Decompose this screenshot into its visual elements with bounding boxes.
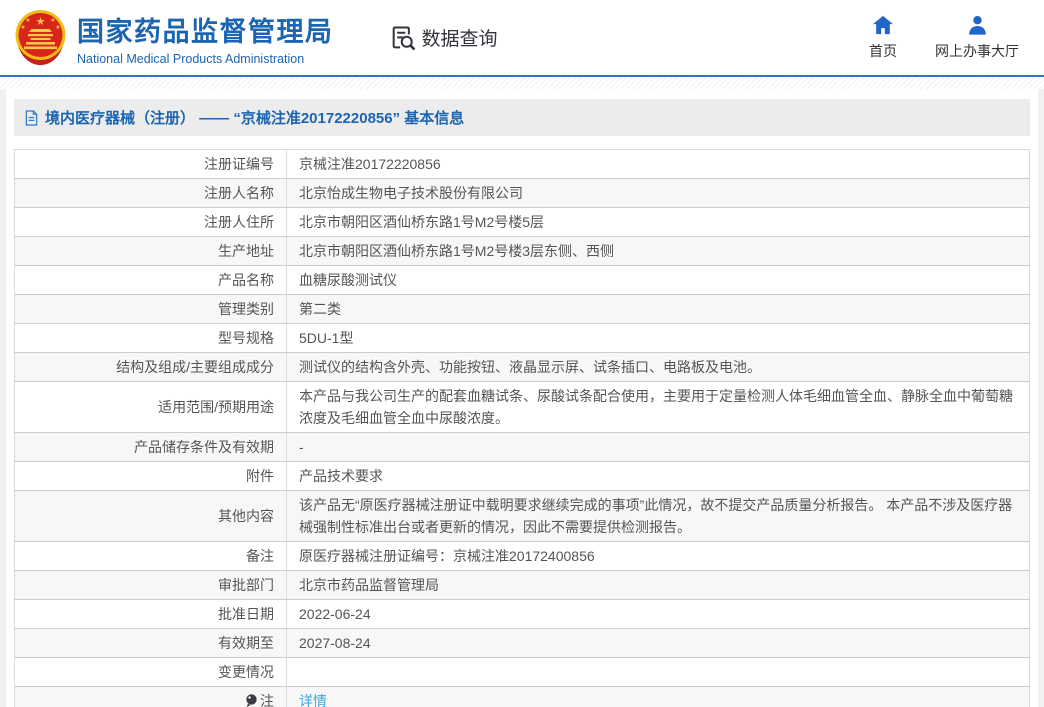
- table-row: 型号规格5DU-1型: [15, 324, 1030, 353]
- row-label: 批准日期: [15, 600, 287, 629]
- content-area: 境内医疗器械（注册） —— “京械注准20172220856” 基本信息 注册证…: [0, 89, 1044, 707]
- info-table-body: 注册证编号京械注准20172220856注册人名称北京怡成生物电子技术股份有限公…: [15, 150, 1030, 707]
- row-value: 原医疗器械注册证编号：京械注准20172400856: [287, 542, 1030, 571]
- site-logo[interactable]: ★ ★ ★ ★ ★ 国家药品监督管理局 National Medical Pro…: [14, 9, 334, 67]
- row-value: 该产品无“原医疗器械注册证中载明要求继续完成的事项”此情况，故不提交产品质量分析…: [287, 491, 1030, 542]
- nav-home-label: 首页: [869, 41, 897, 61]
- row-label: 变更情况: [15, 658, 287, 687]
- note-balloon-icon: [246, 694, 257, 707]
- row-label: 适用范围/预期用途: [15, 382, 287, 433]
- page-title: 境内医疗器械（注册） —— “京械注准20172220856” 基本信息: [45, 107, 464, 128]
- national-emblem-icon: ★ ★ ★ ★ ★: [14, 9, 67, 67]
- row-value: 北京怡成生物电子技术股份有限公司: [287, 179, 1030, 208]
- row-label: 附件: [15, 462, 287, 491]
- row-label: 生产地址: [15, 237, 287, 266]
- row-value: 北京市朝阳区酒仙桥东路1号M2号楼3层东侧、西侧: [287, 237, 1030, 266]
- info-table: 注册证编号京械注准20172220856注册人名称北京怡成生物电子技术股份有限公…: [14, 149, 1030, 707]
- document-search-icon: [389, 24, 417, 52]
- svg-text:★: ★: [55, 24, 60, 31]
- table-row: 注册证编号京械注准20172220856: [15, 150, 1030, 179]
- row-label: 产品储存条件及有效期: [15, 433, 287, 462]
- row-value: 2022-06-24: [287, 600, 1030, 629]
- row-value: 产品技术要求: [287, 462, 1030, 491]
- nav-home[interactable]: 首页: [869, 15, 897, 61]
- row-label: 产品名称: [15, 266, 287, 295]
- row-label: 注: [15, 687, 287, 707]
- row-value: 本产品与我公司生产的配套血糖试条、尿酸试条配合使用，主要用于定量检测人体毛细血管…: [287, 382, 1030, 433]
- table-row: 其他内容该产品无“原医疗器械注册证中载明要求继续完成的事项”此情况，故不提交产品…: [15, 491, 1030, 542]
- site-header: ★ ★ ★ ★ ★ 国家药品监督管理局 National Medical Pro…: [0, 0, 1044, 77]
- row-label: 注册人名称: [15, 179, 287, 208]
- row-label: 注册人住所: [15, 208, 287, 237]
- org-name-cn: 国家药品监督管理局: [77, 10, 334, 49]
- row-label: 管理类别: [15, 295, 287, 324]
- row-value: 京械注准20172220856: [287, 150, 1030, 179]
- row-value: 5DU-1型: [287, 324, 1030, 353]
- row-value: 测试仪的结构含外壳、功能按钮、液晶显示屏、试条插口、电路板及电池。: [287, 353, 1030, 382]
- row-value: 北京市朝阳区酒仙桥东路1号M2号楼5层: [287, 208, 1030, 237]
- table-row: 备注原医疗器械注册证编号：京械注准20172400856: [15, 542, 1030, 571]
- table-row: 产品储存条件及有效期-: [15, 433, 1030, 462]
- row-label: 注册证编号: [15, 150, 287, 179]
- row-value: 第二类: [287, 295, 1030, 324]
- row-value: 北京市药品监督管理局: [287, 571, 1030, 600]
- page-title-bar: 境内医疗器械（注册） —— “京械注准20172220856” 基本信息: [14, 99, 1030, 136]
- nav-data-query[interactable]: 数据查询: [389, 24, 498, 52]
- table-row: 注册人住所北京市朝阳区酒仙桥东路1号M2号楼5层: [15, 208, 1030, 237]
- top-nav: 首页 网上办事大厅: [869, 15, 1019, 61]
- table-row: 产品名称血糖尿酸测试仪: [15, 266, 1030, 295]
- svg-text:★: ★: [50, 17, 55, 24]
- table-row: 附件产品技术要求: [15, 462, 1030, 491]
- person-icon: [967, 15, 988, 35]
- table-row: 有效期至2027-08-24: [15, 629, 1030, 658]
- row-value: -: [287, 433, 1030, 462]
- table-row: 结构及组成/主要组成成分测试仪的结构含外壳、功能按钮、液晶显示屏、试条插口、电路…: [15, 353, 1030, 382]
- svg-text:★: ★: [25, 17, 30, 24]
- table-row: 注详情: [15, 687, 1030, 707]
- row-label: 审批部门: [15, 571, 287, 600]
- row-label: 备注: [15, 542, 287, 571]
- table-row: 注册人名称北京怡成生物电子技术股份有限公司: [15, 179, 1030, 208]
- nav-service-hall[interactable]: 网上办事大厅: [935, 15, 1019, 61]
- row-label: 结构及组成/主要组成成分: [15, 353, 287, 382]
- row-value: 详情: [287, 687, 1030, 707]
- row-label: 有效期至: [15, 629, 287, 658]
- table-row: 管理类别第二类: [15, 295, 1030, 324]
- data-query-label: 数据查询: [422, 24, 498, 51]
- table-row: 批准日期2022-06-24: [15, 600, 1030, 629]
- table-row: 变更情况: [15, 658, 1030, 687]
- table-row: 审批部门北京市药品监督管理局: [15, 571, 1030, 600]
- svg-text:★: ★: [36, 16, 46, 28]
- row-label: 其他内容: [15, 491, 287, 542]
- row-value: [287, 658, 1030, 687]
- brand-text: 国家药品监督管理局 National Medical Products Admi…: [77, 10, 334, 66]
- document-icon: [24, 110, 39, 126]
- table-row: 生产地址北京市朝阳区酒仙桥东路1号M2号楼3层东侧、西侧: [15, 237, 1030, 266]
- org-name-en: National Medical Products Administration: [77, 52, 334, 66]
- nav-service-hall-label: 网上办事大厅: [935, 41, 1019, 61]
- divider-hatch: [0, 77, 1044, 89]
- row-value: 血糖尿酸测试仪: [287, 266, 1030, 295]
- table-row: 适用范围/预期用途本产品与我公司生产的配套血糖试条、尿酸试条配合使用，主要用于定…: [15, 382, 1030, 433]
- row-value: 2027-08-24: [287, 629, 1030, 658]
- detail-link[interactable]: 详情: [299, 693, 327, 707]
- home-icon: [872, 15, 894, 35]
- row-label: 型号规格: [15, 324, 287, 353]
- svg-text:★: ★: [20, 24, 25, 31]
